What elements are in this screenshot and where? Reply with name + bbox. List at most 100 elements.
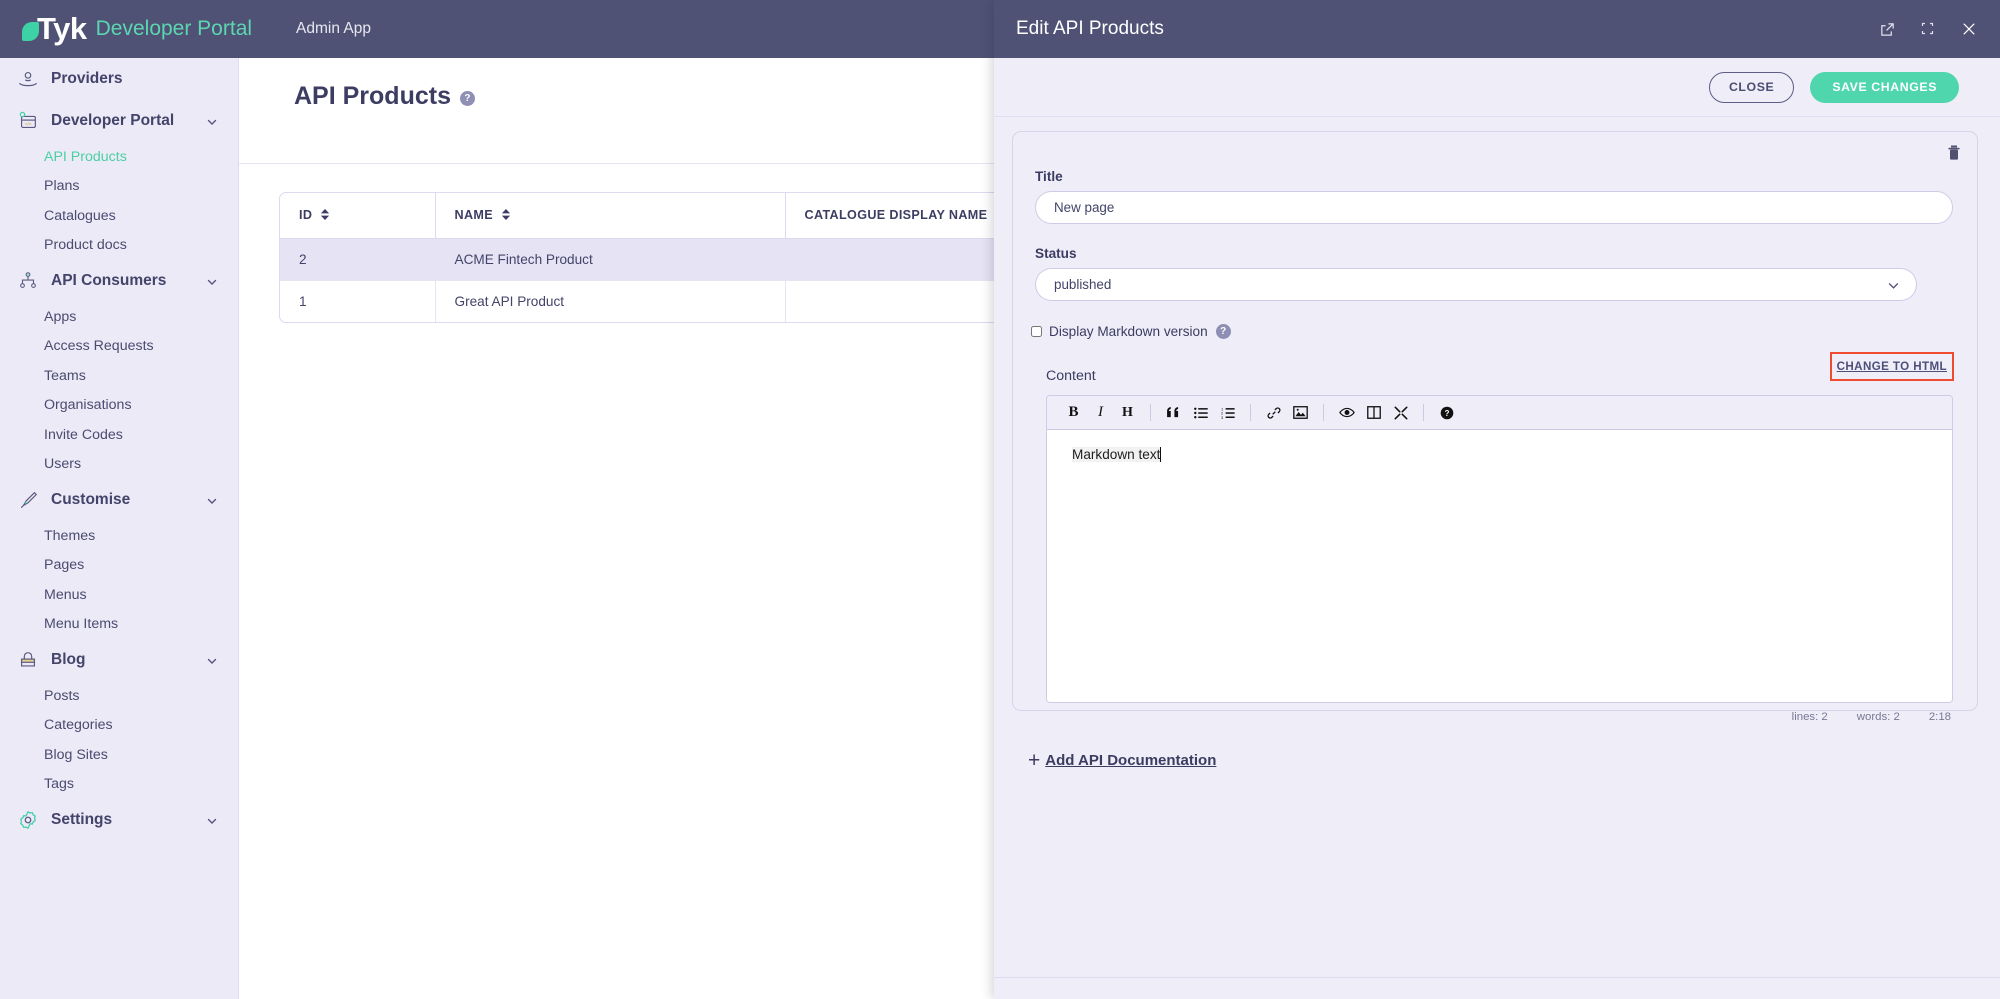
sidebar-item-label: Tags bbox=[44, 776, 74, 793]
external-link-icon[interactable] bbox=[1879, 21, 1896, 38]
sidebar-item-label: Menu Items bbox=[44, 616, 119, 633]
sidebar-item-categories[interactable]: Categories bbox=[0, 711, 238, 741]
preview-icon[interactable] bbox=[1333, 400, 1360, 426]
sidebar[interactable]: Providers </> Developer Portal API Produ… bbox=[0, 58, 239, 999]
unordered-list-icon[interactable] bbox=[1187, 400, 1214, 426]
sidebar-item-tags[interactable]: Tags bbox=[0, 770, 238, 800]
admin-app-label[interactable]: Admin App bbox=[296, 20, 371, 38]
brand-suffix: Developer Portal bbox=[95, 17, 253, 40]
sidebar-item-menu-items[interactable]: Menu Items bbox=[0, 610, 238, 640]
expand-icon[interactable] bbox=[1920, 21, 1937, 38]
ordered-list-icon[interactable]: 123 bbox=[1214, 400, 1241, 426]
status-select[interactable]: published bbox=[1035, 268, 1917, 301]
sidebar-group-customise[interactable]: Customise bbox=[0, 479, 238, 521]
sidebar-group-label: API Consumers bbox=[51, 272, 167, 289]
help-icon[interactable]: ? bbox=[459, 91, 475, 106]
close-icon[interactable] bbox=[1961, 21, 1978, 38]
chevron-down-icon[interactable] bbox=[206, 654, 218, 666]
sidebar-item-label: Posts bbox=[44, 687, 80, 704]
display-markdown-checkbox[interactable] bbox=[1031, 326, 1042, 337]
sidebar-group-label: Customise bbox=[51, 491, 131, 508]
sidebar-item-apps[interactable]: Apps bbox=[0, 302, 238, 332]
status-select-wrap: published bbox=[1035, 268, 1917, 301]
column-label: ID bbox=[299, 208, 313, 222]
blog-icon bbox=[16, 648, 40, 672]
modal-action-bar: CLOSE SAVE CHANGES bbox=[994, 58, 2000, 117]
image-icon[interactable] bbox=[1287, 400, 1314, 426]
page-title-text: API Products bbox=[294, 82, 451, 110]
side-by-side-icon[interactable] bbox=[1360, 400, 1387, 426]
divider bbox=[994, 977, 2000, 978]
sidebar-item-access-requests[interactable]: Access Requests bbox=[0, 332, 238, 362]
providers-icon bbox=[16, 67, 40, 91]
sidebar-item-product-docs[interactable]: Product docs bbox=[0, 231, 238, 261]
sidebar-item-plans[interactable]: Plans bbox=[0, 172, 238, 202]
sidebar-item-label: Categories bbox=[44, 717, 113, 734]
sidebar-item-users[interactable]: Users bbox=[0, 450, 238, 480]
cell-id: 1 bbox=[280, 280, 436, 322]
sidebar-item-posts[interactable]: Posts bbox=[0, 681, 238, 711]
chevron-down-icon[interactable] bbox=[206, 115, 218, 127]
sidebar-item-invite-codes[interactable]: Invite Codes bbox=[0, 420, 238, 450]
change-to-html-link[interactable]: CHANGE TO HTML bbox=[1837, 360, 1947, 373]
link-icon[interactable] bbox=[1260, 400, 1287, 426]
change-to-html-highlight: CHANGE TO HTML bbox=[1829, 352, 1954, 381]
editor-lines-count: lines: 2 bbox=[1791, 711, 1828, 723]
sort-icon[interactable] bbox=[501, 208, 510, 223]
modal-header: Edit API Products bbox=[994, 0, 2000, 58]
help-icon[interactable]: ? bbox=[1215, 324, 1231, 339]
svg-text:</>: </> bbox=[25, 122, 32, 127]
sidebar-group-api-consumers[interactable]: API Consumers bbox=[0, 260, 238, 302]
add-api-documentation-button[interactable]: + Add API Documentation bbox=[1028, 750, 2000, 771]
brand-logo[interactable]: Tyk Developer Portal bbox=[22, 11, 252, 47]
sidebar-item-label: Access Requests bbox=[44, 338, 154, 355]
chevron-down-icon[interactable] bbox=[206, 275, 218, 287]
sidebar-item-label: API Products bbox=[44, 148, 127, 165]
chevron-down-icon[interactable] bbox=[206, 494, 218, 506]
customise-icon bbox=[16, 488, 40, 512]
markdown-toolbar: B I H 123 ? bbox=[1047, 396, 1952, 430]
cell-name: ACME Fintech Product bbox=[435, 238, 786, 281]
sidebar-item-label: Pages bbox=[44, 557, 85, 574]
editor-cursor-position: 2:18 bbox=[1928, 711, 1951, 723]
sidebar-item-label: Menus bbox=[44, 586, 87, 603]
help-icon[interactable]: ? bbox=[1433, 400, 1460, 426]
sidebar-item-label: Users bbox=[44, 456, 82, 473]
sort-icon[interactable] bbox=[321, 208, 330, 223]
column-header-id[interactable]: ID bbox=[280, 193, 436, 239]
edit-api-products-modal: Edit API Products CLOSE SAVE CHANGES Tit… bbox=[994, 0, 2000, 999]
sidebar-group-settings[interactable]: Settings bbox=[0, 799, 238, 841]
sidebar-group-blog[interactable]: Blog bbox=[0, 639, 238, 681]
sidebar-item-organisations[interactable]: Organisations bbox=[0, 391, 238, 421]
sidebar-item-pages[interactable]: Pages bbox=[0, 551, 238, 581]
brand-name: Tyk bbox=[37, 11, 87, 46]
modal-body: Title Status published Display Markdown … bbox=[994, 118, 2000, 999]
sidebar-item-label: Product docs bbox=[44, 237, 127, 254]
sidebar-item-api-products[interactable]: API Products bbox=[0, 142, 238, 172]
sidebar-item-label: Blog Sites bbox=[44, 746, 108, 763]
quote-icon[interactable] bbox=[1160, 400, 1187, 426]
sidebar-item-label: Invite Codes bbox=[44, 426, 123, 443]
bold-icon[interactable]: B bbox=[1060, 400, 1087, 426]
markdown-text-area[interactable]: Markdown text bbox=[1047, 430, 1952, 702]
sidebar-item-teams[interactable]: Teams bbox=[0, 361, 238, 391]
editor-status-bar: lines: 2 words: 2 2:18 bbox=[1013, 703, 1977, 723]
sidebar-item-blog-sites[interactable]: Blog Sites bbox=[0, 740, 238, 770]
sidebar-group-label: Providers bbox=[51, 70, 123, 87]
sidebar-item-label: Teams bbox=[44, 367, 86, 384]
save-changes-button[interactable]: SAVE CHANGES bbox=[1810, 71, 1959, 103]
italic-icon[interactable]: I bbox=[1087, 400, 1114, 426]
close-button[interactable]: CLOSE bbox=[1708, 71, 1795, 103]
sidebar-item-themes[interactable]: Themes bbox=[0, 521, 238, 551]
sidebar-group-providers[interactable]: Providers bbox=[0, 58, 238, 100]
sidebar-item-menus[interactable]: Menus bbox=[0, 580, 238, 610]
heading-icon[interactable]: H bbox=[1114, 400, 1141, 426]
title-input[interactable] bbox=[1035, 191, 1953, 224]
editor-words-count: words: 2 bbox=[1856, 711, 1900, 723]
sidebar-item-catalogues[interactable]: Catalogues bbox=[0, 201, 238, 231]
sidebar-group-developer-portal[interactable]: </> Developer Portal bbox=[0, 100, 238, 142]
trash-icon[interactable] bbox=[1946, 144, 1964, 162]
chevron-down-icon[interactable] bbox=[206, 814, 218, 826]
column-header-name[interactable]: NAME bbox=[435, 193, 786, 239]
fullscreen-icon[interactable] bbox=[1387, 400, 1414, 426]
